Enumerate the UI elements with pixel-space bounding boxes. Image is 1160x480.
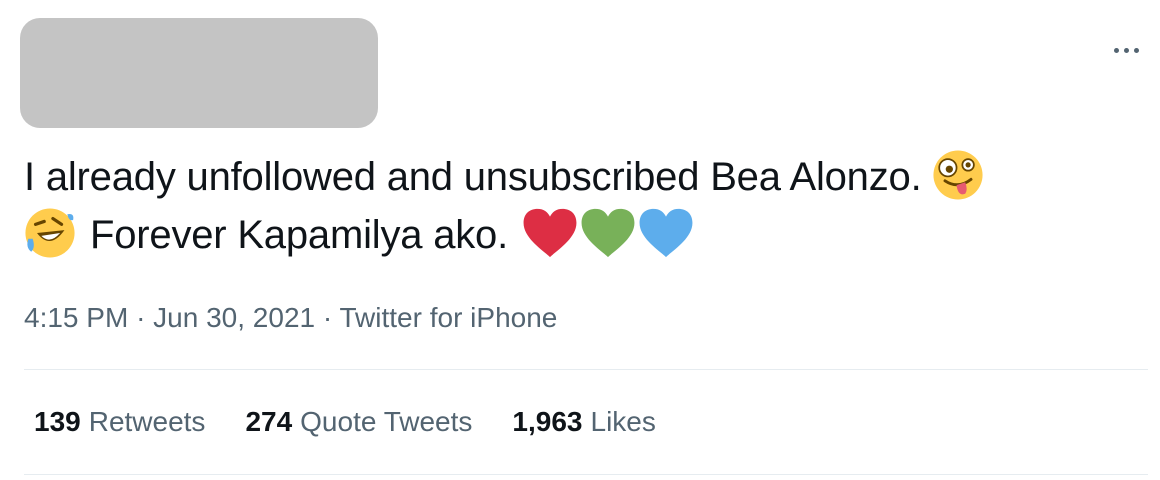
rolling-on-floor-laughing-icon: [24, 207, 76, 259]
likes-count: 1,963: [512, 406, 583, 437]
tweet-text-line1: I already unfollowed and unsubscribed Be…: [24, 155, 922, 199]
tweet-source[interactable]: Twitter for iPhone: [339, 302, 557, 333]
more-dot-icon: [1133, 47, 1139, 53]
more-dot-icon: [1113, 47, 1119, 53]
blue-heart-icon: [638, 207, 694, 259]
meta-separator: ·: [136, 302, 146, 333]
retweets-label: Retweets: [88, 406, 206, 437]
zany-face-icon: [932, 149, 984, 201]
tweet-time[interactable]: 4:15 PM: [24, 302, 128, 333]
quote-tweets-label: Quote Tweets: [300, 406, 473, 437]
more-options-button[interactable]: [1108, 38, 1144, 62]
quote-tweets-stat[interactable]: 274 Quote Tweets: [245, 404, 472, 440]
redacted-user-header: [20, 18, 378, 128]
tweet-stats: 139 Retweets 274 Quote Tweets 1,963 Likes: [34, 404, 696, 440]
likes-label: Likes: [590, 406, 656, 437]
quote-tweets-count: 274: [245, 406, 293, 437]
tweet-date[interactable]: Jun 30, 2021: [153, 302, 315, 333]
meta-separator: ·: [322, 302, 333, 333]
tweet-text-line2: Forever Kapamilya ako.: [90, 213, 509, 257]
retweets-stat[interactable]: 139 Retweets: [34, 404, 205, 440]
tweet-text: I already unfollowed and unsubscribed Be…: [24, 148, 1134, 264]
red-heart-icon: [522, 207, 578, 259]
tweet-meta: 4:15 PM · Jun 30, 2021 · Twitter for iPh…: [24, 300, 557, 336]
retweets-count: 139: [34, 406, 81, 437]
green-heart-icon: [580, 207, 636, 259]
divider: [24, 369, 1148, 370]
more-dot-icon: [1123, 47, 1129, 53]
likes-stat[interactable]: 1,963 Likes: [512, 404, 655, 440]
divider: [24, 474, 1148, 475]
